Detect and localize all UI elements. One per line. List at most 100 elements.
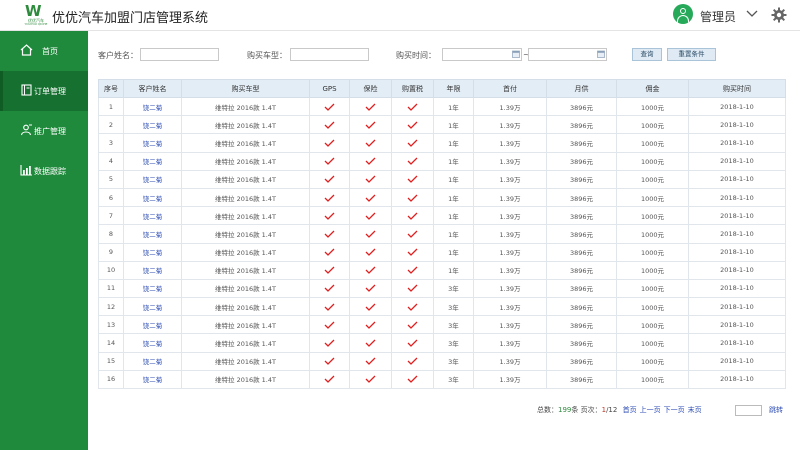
user-name[interactable]: 管理员 xyxy=(700,8,736,25)
customer-name-link[interactable]: 饶二菊 xyxy=(123,169,182,189)
brand-logo[interactable]: W 优优汽车 YOUYOU QICHE xyxy=(22,4,48,28)
sidebar-item-orders[interactable]: 订单管理 xyxy=(0,71,88,111)
next-page-link[interactable]: 下一页 xyxy=(664,406,685,414)
insurance-cell xyxy=(349,151,392,171)
sidebar-item-home[interactable]: 首页 xyxy=(0,31,88,71)
customer-name-link[interactable]: 饶二菊 xyxy=(123,278,182,299)
customer-name-input[interactable] xyxy=(140,48,219,61)
customer-name-link[interactable]: 饶二菊 xyxy=(123,115,182,135)
commission: 1000元 xyxy=(616,315,689,335)
total-label: 总数： xyxy=(537,406,558,414)
check-icon xyxy=(407,339,418,347)
table-row[interactable]: 16 饶二菊 维特拉 2016款 1.4T 3年 1.39万 3896元 1000元 2018… xyxy=(98,369,786,390)
down-payment: 1.39万 xyxy=(473,297,547,317)
check-icon xyxy=(407,121,418,129)
customer-name-link[interactable]: 饶二菊 xyxy=(123,351,182,371)
purchase-tax-cell xyxy=(391,133,434,153)
monthly-payment: 3896元 xyxy=(546,115,617,135)
car-model: 维特拉 2016款 1.4T xyxy=(181,351,310,371)
table-row[interactable]: 6 饶二菊 维特拉 2016款 1.4T 1年 1.39万 3896元 1000元 2018-… xyxy=(98,187,786,208)
row-number: 3 xyxy=(98,133,124,153)
customer-name-link[interactable]: 饶二菊 xyxy=(123,224,182,244)
car-model: 维特拉 2016款 1.4T xyxy=(181,133,310,153)
customer-name-link[interactable]: 饶二菊 xyxy=(123,206,182,226)
monthly-payment: 3896元 xyxy=(546,187,617,208)
monthly-payment: 3896元 xyxy=(546,169,617,189)
customer-name-link[interactable]: 饶二菊 xyxy=(123,133,182,153)
car-model: 维特拉 2016款 1.4T xyxy=(181,297,310,317)
years: 1年 xyxy=(433,206,474,226)
purchase-tax-cell xyxy=(391,278,434,299)
sidebar-item-tracking[interactable]: 数据跟踪 xyxy=(0,151,88,191)
purchase-tax-cell xyxy=(391,351,434,371)
customer-name-link[interactable]: 饶二菊 xyxy=(123,333,182,353)
monthly-payment: 3896元 xyxy=(546,224,617,244)
pagination: 总数：199条 页次：1/12 首页 上一页 下一页 末页 xyxy=(537,405,702,415)
customer-name-link[interactable]: 饶二菊 xyxy=(123,369,182,390)
table-row[interactable]: 3 饶二菊 维特拉 2016款 1.4T 1年 1.39万 3896元 1000元 2018-… xyxy=(98,133,786,153)
monthly-payment: 3896元 xyxy=(546,351,617,371)
gps-cell xyxy=(309,333,350,353)
table-row[interactable]: 4 饶二菊 维特拉 2016款 1.4T 1年 1.39万 3896元 1000元 2018-… xyxy=(98,151,786,171)
row-number: 16 xyxy=(98,369,124,390)
customer-name-link[interactable]: 饶二菊 xyxy=(123,260,182,280)
years: 3年 xyxy=(433,369,474,390)
jump-page-input[interactable] xyxy=(735,405,762,416)
down-payment: 1.39万 xyxy=(473,278,547,299)
down-payment: 1.39万 xyxy=(473,187,547,208)
table-row[interactable]: 14 饶二菊 维特拉 2016款 1.4T 3年 1.39万 3896元 1000元 2018… xyxy=(98,333,786,353)
car-model: 维特拉 2016款 1.4T xyxy=(181,151,310,171)
commission: 1000元 xyxy=(616,133,689,153)
reset-button[interactable]: 重置条件 xyxy=(667,48,716,61)
table-row[interactable]: 1 饶二菊 维特拉 2016款 1.4T 1年 1.39万 3896元 1000元 2018-… xyxy=(98,96,786,117)
customer-name-link[interactable]: 饶二菊 xyxy=(123,96,182,117)
query-button[interactable]: 查询 xyxy=(632,48,662,61)
jump-button[interactable]: 跳转 xyxy=(769,405,783,415)
chevron-down-icon[interactable] xyxy=(746,9,758,19)
commission: 1000元 xyxy=(616,351,689,371)
monthly-payment: 3896元 xyxy=(546,133,617,153)
insurance-cell xyxy=(349,369,392,390)
column-header: GPS xyxy=(309,79,350,98)
calendar-icon[interactable] xyxy=(512,50,520,58)
down-payment: 1.39万 xyxy=(473,260,547,280)
home-icon xyxy=(20,44,33,56)
row-number: 9 xyxy=(98,242,124,262)
customer-name-link[interactable]: 饶二菊 xyxy=(123,242,182,262)
sidebar-item-promotion[interactable]: 推广管理 xyxy=(0,111,88,151)
check-icon xyxy=(365,121,376,129)
car-model-input[interactable] xyxy=(290,48,369,61)
date-from-input[interactable] xyxy=(442,48,522,61)
down-payment: 1.39万 xyxy=(473,206,547,226)
table-row[interactable]: 7 饶二菊 维特拉 2016款 1.4T 1年 1.39万 3896元 1000元 2018-… xyxy=(98,206,786,226)
date-to-input[interactable] xyxy=(528,48,607,61)
customer-name-link[interactable]: 饶二菊 xyxy=(123,315,182,335)
table-row[interactable]: 9 饶二菊 维特拉 2016款 1.4T 1年 1.39万 3896元 1000元 2018-… xyxy=(98,242,786,262)
user-avatar-icon[interactable] xyxy=(673,4,693,24)
car-model: 维特拉 2016款 1.4T xyxy=(181,242,310,262)
customer-name-link[interactable]: 饶二菊 xyxy=(123,151,182,171)
check-icon xyxy=(365,266,376,275)
customer-name-link[interactable]: 饶二菊 xyxy=(123,187,182,208)
column-header: 客户姓名 xyxy=(123,79,182,98)
table-row[interactable]: 2 饶二菊 维特拉 2016款 1.4T 1年 1.39万 3896元 1000元 2018-… xyxy=(98,115,786,135)
first-page-link[interactable]: 首页 xyxy=(623,406,637,414)
table-row[interactable]: 11 饶二菊 维特拉 2016款 1.4T 3年 1.39万 3896元 1000元 2018… xyxy=(98,278,786,299)
table-row[interactable]: 12 饶二菊 维特拉 2016款 1.4T 3年 1.39万 3896元 1000元 2018… xyxy=(98,297,786,317)
calendar-icon[interactable] xyxy=(597,50,605,58)
table-row[interactable]: 8 饶二菊 维特拉 2016款 1.4T 1年 1.39万 3896元 1000元 2018-… xyxy=(98,224,786,244)
prev-page-link[interactable]: 上一页 xyxy=(640,406,661,414)
last-page-link[interactable]: 末页 xyxy=(688,406,702,414)
table-row[interactable]: 13 饶二菊 维特拉 2016款 1.4T 3年 1.39万 3896元 1000元 2018… xyxy=(98,315,786,335)
row-number: 5 xyxy=(98,169,124,189)
row-number: 4 xyxy=(98,151,124,171)
table-row[interactable]: 15 饶二菊 维特拉 2016款 1.4T 3年 1.39万 3896元 1000元 2018… xyxy=(98,351,786,371)
table-row[interactable]: 10 饶二菊 维特拉 2016款 1.4T 1年 1.39万 3896元 1000元 2018… xyxy=(98,260,786,280)
table-row[interactable]: 5 饶二菊 维特拉 2016款 1.4T 1年 1.39万 3896元 1000元 2018-… xyxy=(98,169,786,189)
row-number: 10 xyxy=(98,260,124,280)
gps-cell xyxy=(309,96,350,117)
sidebar: 首页 订单管理 推广管理 数据跟踪 xyxy=(0,31,88,450)
app-header: W 优优汽车 YOUYOU QICHE 优优汽车加盟门店管理系统 管理员 xyxy=(0,0,800,31)
gear-icon[interactable] xyxy=(771,7,787,23)
customer-name-link[interactable]: 饶二菊 xyxy=(123,297,182,317)
